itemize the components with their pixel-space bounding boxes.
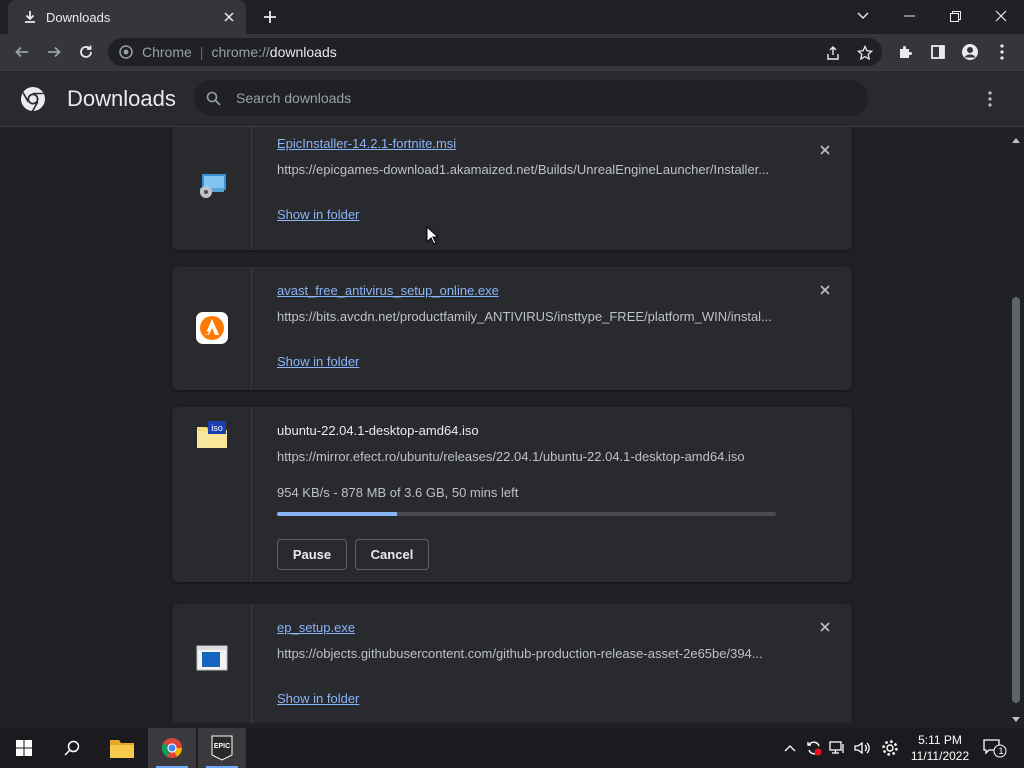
mouse-cursor-icon <box>426 225 440 250</box>
exe-window-icon <box>196 642 228 674</box>
avast-icon <box>196 312 228 344</box>
scroll-up-arrow-icon[interactable] <box>1012 131 1020 143</box>
taskbar-search-icon[interactable] <box>48 728 96 768</box>
volume-icon[interactable] <box>852 738 872 758</box>
search-icon <box>204 89 222 107</box>
source-url: https://epicgames-download1.akamaized.ne… <box>277 162 770 177</box>
taskbar: EPIC 5:11 PM 11/11/2022 1 <box>0 728 1024 768</box>
filename-link[interactable]: EpicInstaller-14.2.1-fortnite.msi <box>277 136 456 151</box>
search-input[interactable] <box>236 90 836 106</box>
source-url: https://objects.githubusercontent.com/gi… <box>277 646 763 661</box>
address-bar[interactable]: Chrome | chrome://downloads <box>108 38 882 66</box>
tab-downloads[interactable]: Downloads <box>8 0 246 34</box>
tab-title: Downloads <box>46 9 111 25</box>
start-windows-icon[interactable] <box>0 728 48 768</box>
download-status: 954 KB/s - 878 MB of 3.6 GB, 50 mins lef… <box>277 485 519 500</box>
side-panel-icon[interactable] <box>924 38 952 66</box>
url-host: downloads <box>269 44 337 60</box>
back-button[interactable] <box>8 38 36 66</box>
settings-gear-icon[interactable] <box>880 738 900 758</box>
search-box[interactable] <box>194 80 868 116</box>
show-in-folder-link[interactable]: Show in folder <box>277 354 359 369</box>
network-icon[interactable] <box>828 738 848 758</box>
scroll-thumb[interactable] <box>1012 297 1020 703</box>
download-item: ep_setup.exe https://objects.githubuserc… <box>172 604 852 723</box>
downloads-list: EpicInstaller-14.2.1-fortnite.msi https:… <box>0 127 1008 723</box>
show-hidden-icons-chevron-icon[interactable] <box>780 738 800 758</box>
title-bar: Downloads <box>0 0 1024 34</box>
filename: ubuntu-22.04.1-desktop-amd64.iso <box>277 423 479 438</box>
url-scheme: chrome:// <box>211 44 270 60</box>
download-item: avast_free_antivirus_setup_online.exe ht… <box>172 267 852 390</box>
tab-search-chevron-icon[interactable] <box>840 0 886 32</box>
icon-column <box>172 267 252 390</box>
icon-column <box>172 127 252 250</box>
tab-close-icon[interactable] <box>220 8 238 26</box>
clock-date: 11/11/2022 <box>910 749 970 763</box>
close-window-button[interactable] <box>978 0 1024 32</box>
epic-games-launcher-icon[interactable]: EPIC <box>198 728 246 768</box>
scrollbar[interactable] <box>1008 127 1024 723</box>
downloads-menu-icon[interactable] <box>980 89 1000 109</box>
svg-text:EPIC: EPIC <box>214 743 230 750</box>
profile-avatar-icon[interactable] <box>956 38 984 66</box>
minimize-button[interactable] <box>886 0 932 32</box>
notification-count: 1 <box>998 746 1004 756</box>
browser-toolbar: Chrome | chrome://downloads <box>0 34 1024 71</box>
share-icon[interactable] <box>824 44 842 62</box>
iso-file-icon: iso <box>196 419 228 451</box>
site-label: Chrome <box>142 44 192 60</box>
extensions-puzzle-icon[interactable] <box>892 38 920 66</box>
chrome-logo-icon <box>20 86 46 112</box>
remove-item-close-icon[interactable] <box>818 620 832 634</box>
downloads-header: Downloads <box>0 71 1024 127</box>
source-url: https://mirror.efect.ro/ubuntu/releases/… <box>277 449 745 464</box>
clock-time: 5:11 PM <box>918 733 962 747</box>
icon-column <box>172 604 252 723</box>
forward-button[interactable] <box>40 38 68 66</box>
download-item-in-progress: iso ubuntu-22.04.1-desktop-amd64.iso htt… <box>172 407 852 582</box>
file-explorer-icon[interactable] <box>98 728 146 768</box>
filename-link[interactable]: avast_free_antivirus_setup_online.exe <box>277 283 499 298</box>
download-item: EpicInstaller-14.2.1-fortnite.msi https:… <box>172 127 852 250</box>
remove-item-close-icon[interactable] <box>818 143 832 157</box>
restore-button[interactable] <box>932 0 978 32</box>
remove-item-close-icon[interactable] <box>818 283 832 297</box>
source-url: https://bits.avcdn.net/productfamily_ANT… <box>277 309 772 324</box>
progress-fill <box>277 512 397 516</box>
chrome-site-icon <box>118 44 134 60</box>
progress-bar <box>277 512 776 516</box>
show-in-folder-link[interactable]: Show in folder <box>277 691 359 706</box>
icon-column: iso <box>172 407 252 582</box>
separator: | <box>199 44 204 60</box>
cancel-button[interactable]: Cancel <box>355 539 429 570</box>
chrome-taskbar-icon[interactable] <box>148 728 196 768</box>
pause-button[interactable]: Pause <box>277 539 347 570</box>
download-icon <box>22 9 38 25</box>
system-clock[interactable]: 5:11 PM 11/11/2022 <box>906 732 974 764</box>
msi-installer-icon <box>196 168 228 200</box>
page-title: Downloads <box>67 86 176 111</box>
browser-menu-icon[interactable] <box>988 38 1016 66</box>
new-tab-button[interactable] <box>260 7 280 27</box>
notification-center-icon[interactable]: 1 <box>982 738 1008 758</box>
show-in-folder-link[interactable]: Show in folder <box>277 207 359 222</box>
bookmark-star-icon[interactable] <box>856 44 874 62</box>
svg-text:iso: iso <box>211 423 223 433</box>
sync-status-icon[interactable] <box>804 738 824 758</box>
filename-link[interactable]: ep_setup.exe <box>277 620 355 635</box>
scroll-down-arrow-icon[interactable] <box>1012 711 1020 722</box>
reload-button[interactable] <box>72 38 100 66</box>
